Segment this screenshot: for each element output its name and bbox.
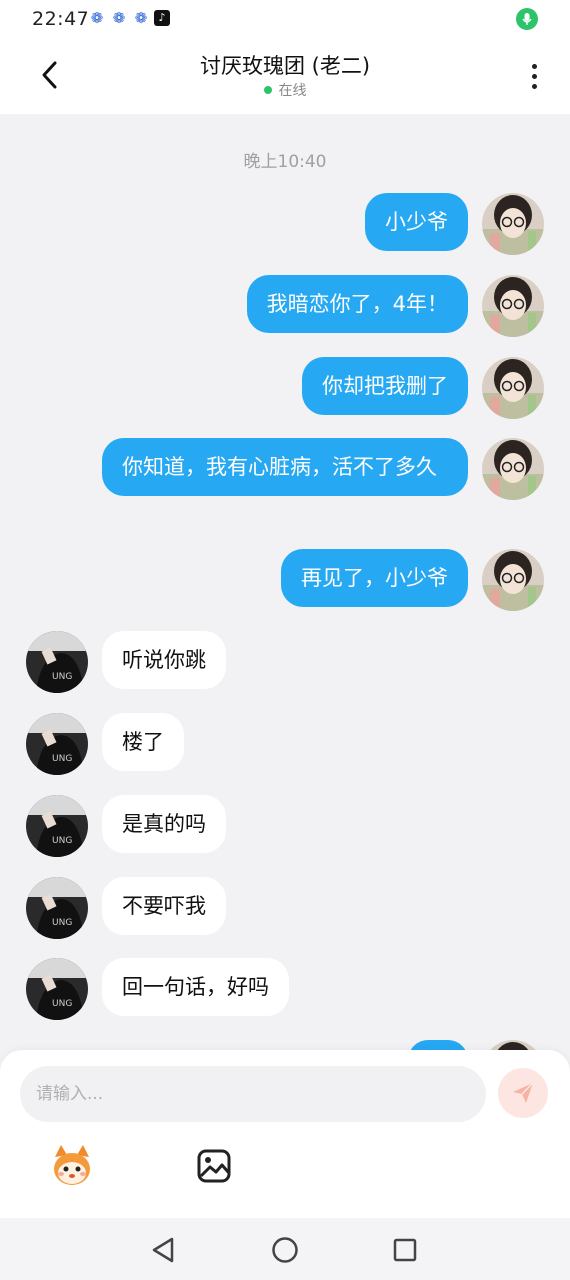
message-bubble[interactable]: 小少爷 xyxy=(365,193,468,251)
message-bubble[interactable]: 你却把我删了 xyxy=(302,357,468,415)
my-avatar[interactable] xyxy=(482,275,544,337)
send-button[interactable] xyxy=(498,1068,548,1118)
chat-title: 讨厌玫瑰团 (老二) xyxy=(199,54,371,78)
message-bubble[interactable]: 再见了，小少爷 xyxy=(281,549,468,607)
contact-avatar[interactable]: UNG xyxy=(26,631,88,693)
sticker-button[interactable] xyxy=(48,1142,96,1190)
home-circle-icon xyxy=(272,1237,298,1263)
svg-text:UNG: UNG xyxy=(52,918,72,928)
status-time: 22:47 xyxy=(32,8,90,30)
online-status-label: 在线 xyxy=(278,83,307,99)
send-icon xyxy=(513,1082,534,1103)
my-avatar[interactable] xyxy=(482,1040,544,1050)
nav-recents-button[interactable] xyxy=(387,1232,423,1268)
my-avatar[interactable] xyxy=(482,549,544,611)
paw-icon: ❁ xyxy=(134,9,148,27)
back-triangle-icon xyxy=(152,1237,174,1263)
chat-area[interactable]: 晚上10:40 小少爷 我暗恋你了，4年！ 你却把我删了 你知道，我有心脏病，活… xyxy=(0,114,570,1050)
contact-avatar[interactable]: UNG xyxy=(26,795,88,857)
message-input[interactable] xyxy=(20,1066,486,1122)
svg-text:UNG: UNG xyxy=(52,999,72,1009)
message-bubble[interactable]: 不要吓我 xyxy=(102,877,226,935)
contact-avatar[interactable]: UNG xyxy=(26,877,88,939)
more-options-button[interactable] xyxy=(516,56,552,96)
my-avatar[interactable] xyxy=(482,438,544,500)
chat-header: 讨厌玫瑰团 (老二) 在线 xyxy=(0,38,570,114)
image-button[interactable] xyxy=(190,1142,238,1190)
contact-avatar[interactable]: UNG xyxy=(26,958,88,1020)
svg-text:UNG: UNG xyxy=(52,836,72,846)
more-vertical-icon xyxy=(531,63,537,69)
mascot-sticker-icon xyxy=(54,1145,90,1185)
message-bubble[interactable]: 听说你跳 xyxy=(102,631,226,689)
composer xyxy=(0,1050,570,1218)
message-timestamp: 晚上10:40 xyxy=(243,152,327,172)
message-bubble[interactable]: 我暗恋你了，4年！ xyxy=(246,275,468,333)
tiktok-icon: ♪ xyxy=(154,10,170,26)
status-bar: 22:47 ❁ ❁ ❁ ♪ xyxy=(0,0,570,38)
my-avatar[interactable] xyxy=(482,193,544,255)
system-nav-bar xyxy=(0,1218,570,1280)
message-bubble[interactable] xyxy=(408,1040,468,1050)
online-status: 在线 xyxy=(0,80,570,100)
paw-icon: ❁ xyxy=(112,9,126,27)
svg-text:UNG: UNG xyxy=(52,754,72,764)
my-avatar[interactable] xyxy=(482,357,544,419)
message-bubble[interactable]: 是真的吗 xyxy=(102,795,226,853)
online-dot-icon xyxy=(263,86,272,94)
nav-back-button[interactable] xyxy=(145,1232,181,1268)
contact-avatar[interactable]: UNG xyxy=(26,713,88,775)
nav-home-button[interactable] xyxy=(267,1232,303,1268)
mic-icon xyxy=(516,8,538,30)
image-icon xyxy=(197,1149,231,1183)
svg-text:UNG: UNG xyxy=(52,672,72,682)
message-bubble[interactable]: 楼了 xyxy=(102,713,184,771)
paw-icon: ❁ xyxy=(90,9,104,27)
message-bubble[interactable]: 你知道，我有心脏病，活不了多久 xyxy=(102,438,468,496)
message-bubble[interactable]: 回一句话，好吗 xyxy=(102,958,289,1016)
recents-square-icon xyxy=(393,1238,417,1262)
